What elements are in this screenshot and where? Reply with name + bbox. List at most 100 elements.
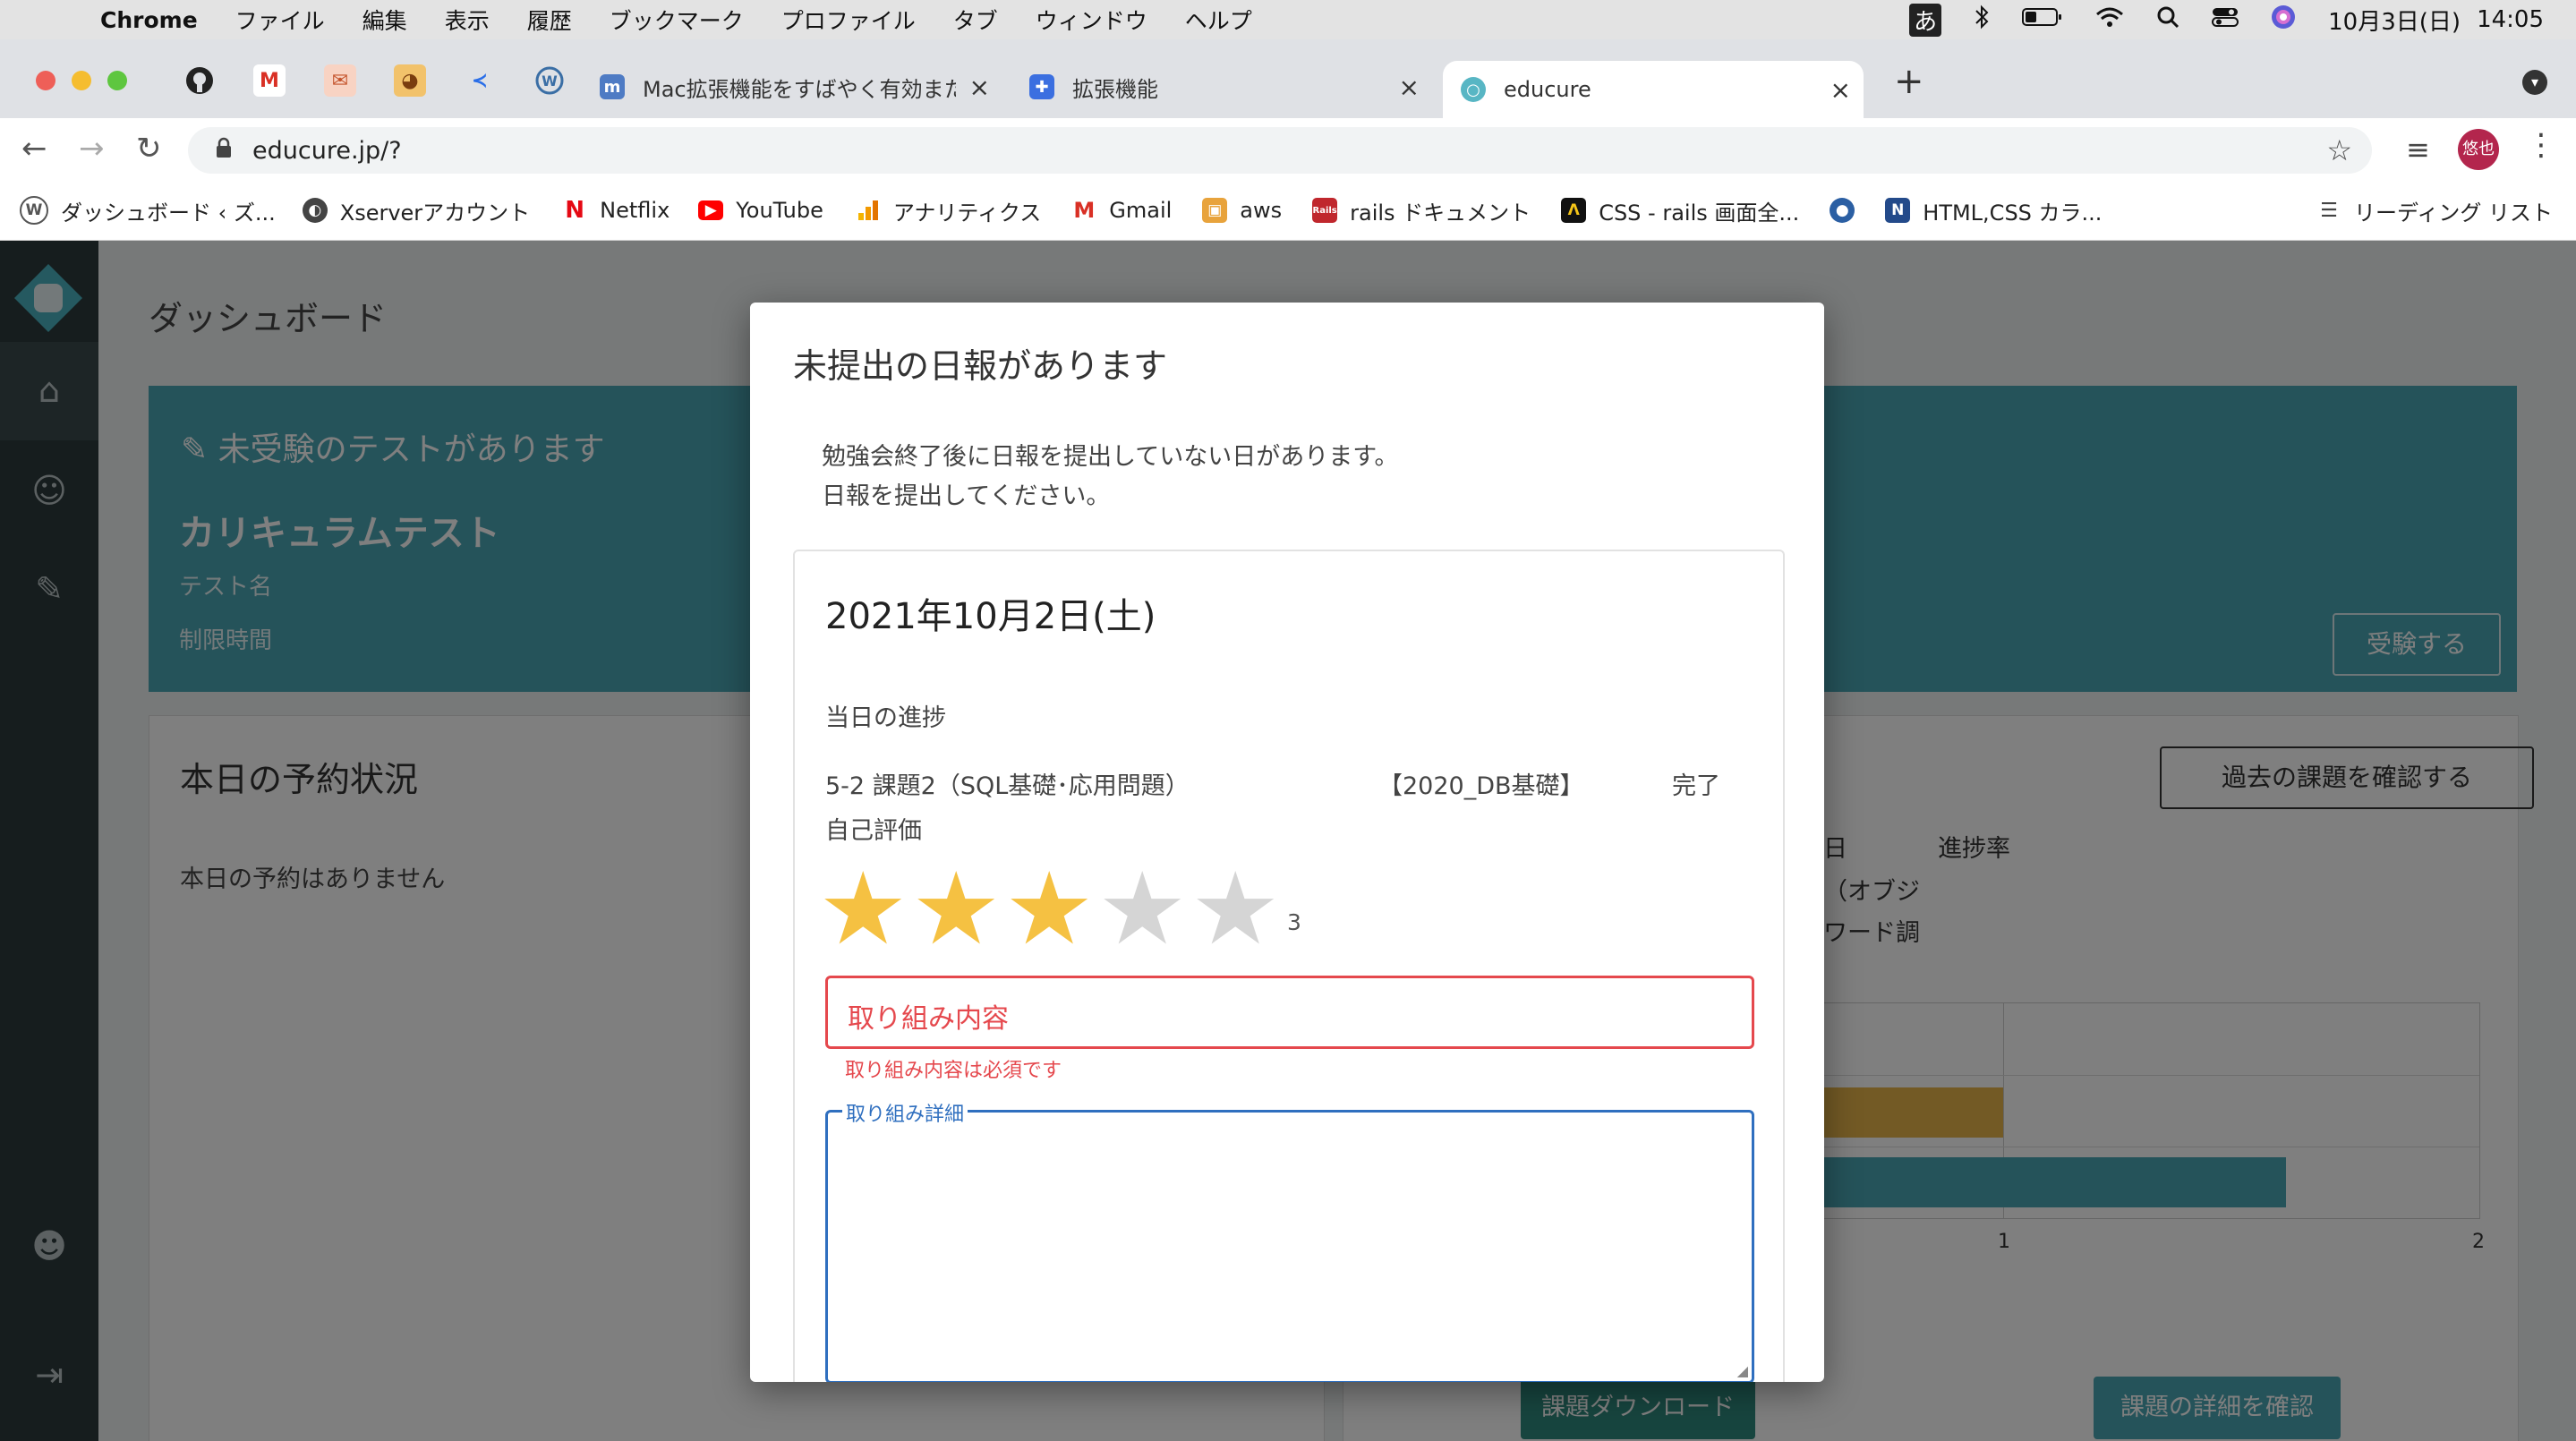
progress-label: 当日の進捗 <box>825 704 946 732</box>
globe-icon: ◐ <box>302 198 328 223</box>
progress-status: 完了 <box>1672 772 1720 800</box>
spotlight-search-icon[interactable] <box>2156 5 2179 35</box>
tab-label: Mac拡張機能をすばやく有効またはを <box>643 76 956 102</box>
tab-close-icon[interactable]: × <box>969 72 990 102</box>
resize-handle-icon[interactable]: ◢ <box>1737 1362 1748 1379</box>
puzzle-icon: ✚ <box>1029 74 1054 99</box>
progress-task-name: 5-2 課題2（SQL基礎･応用問題） <box>825 772 1190 800</box>
browser-toolbar: ← → ↻ educure.jp/? ☆ ≡ 悠也 ⋮ <box>0 118 2576 181</box>
tab-label: 拡張機能 <box>1072 76 1158 102</box>
lock-icon[interactable] <box>215 137 233 164</box>
forms-tab-icon[interactable]: ≺ <box>464 64 496 97</box>
menu-tab[interactable]: タブ <box>953 4 998 36</box>
star-icon[interactable]: ★ <box>818 859 908 959</box>
more-menu-icon[interactable]: ⋮ <box>2526 127 2556 163</box>
control-center-icon[interactable] <box>2212 6 2239 34</box>
profile-avatar[interactable]: 悠也 <box>2458 129 2499 170</box>
tab-favicon-icon: m <box>600 74 625 99</box>
modal-message-line-2: 日報を提出してください。 <box>822 482 1111 510</box>
bookmark-label: CSS - rails 画面全... <box>1599 200 1800 226</box>
tab-label: educure <box>1504 77 1591 102</box>
menu-bookmarks[interactable]: ブックマーク <box>610 4 744 36</box>
bookmark-star-icon[interactable]: ☆ <box>2326 133 2352 167</box>
app-tab-icon[interactable]: ✉ <box>324 64 356 97</box>
bookmark-rails[interactable]: Rails rails ドキュメント <box>1312 195 1531 226</box>
modal-title: 未提出の日報があります <box>793 346 1168 386</box>
address-bar[interactable]: educure.jp/? ☆ <box>188 127 2372 174</box>
gmail-icon: M <box>1071 198 1097 223</box>
siri-icon[interactable] <box>2271 4 2296 36</box>
menu-profile[interactable]: プロファイル <box>781 4 916 36</box>
bookmark-label: アナリティクス <box>892 200 1042 226</box>
bookmark-label: HTML,CSS カラ... <box>1923 200 2103 226</box>
bookmark-netflix[interactable]: N Netflix <box>562 197 670 224</box>
analytics-icon <box>855 198 881 223</box>
star-rating[interactable]: ★ ★ ★ ★ ★ <box>818 859 1319 959</box>
rails-icon: Rails <box>1312 198 1338 223</box>
bookmark-unnamed[interactable]: ● <box>1830 198 1867 223</box>
input-method-indicator[interactable]: あ <box>1909 3 1942 37</box>
bookmark-label: Xserverアカウント <box>339 200 531 226</box>
bookmark-html-css[interactable]: N HTML,CSS カラ... <box>1885 195 2102 226</box>
activity-content-placeholder: 取り組み内容 <box>848 1003 1009 1035</box>
reading-list-icon: ☰ <box>2316 198 2342 223</box>
unsubmitted-report-modal: 未提出の日報があります 勉強会終了後に日報を提出していない日があります。 日報を… <box>750 303 1824 1382</box>
bookmark-youtube[interactable]: ▶ YouTube <box>698 198 823 223</box>
github-tab-icon[interactable] <box>183 64 216 97</box>
wordpress-tab-icon[interactable]: W <box>533 64 566 97</box>
tab-extensions[interactable]: ✚ 拡張機能 × <box>1029 61 1432 113</box>
media-queue-icon[interactable]: ≡ <box>2406 132 2430 166</box>
bookmark-css[interactable]: Λ CSS - rails 画面全... <box>1561 195 1799 226</box>
bookmark-label: Netflix <box>600 198 670 223</box>
menubar-date[interactable]: 10月3日(日) <box>2328 4 2461 37</box>
reload-icon[interactable]: ↻ <box>136 131 162 166</box>
forward-arrow-icon[interactable]: → <box>79 131 105 166</box>
bookmark-label: rails ドキュメント <box>1350 200 1531 226</box>
menu-window[interactable]: ウィンドウ <box>1036 4 1147 36</box>
bookmark-gmail[interactable]: M Gmail <box>1071 198 1172 223</box>
bookmark-analytics[interactable]: アナリティクス <box>855 195 1042 226</box>
bookmarks-bar: W ダッシュボード ‹ ズ... ◐ Xserverアカウント N Netflix ▶… <box>0 181 2576 241</box>
bear-tab-icon[interactable]: ◕ <box>394 64 426 97</box>
star-icon[interactable]: ★ <box>1004 859 1094 959</box>
tab-close-icon[interactable]: × <box>1399 72 1420 102</box>
bookmark-aws[interactable]: ▣ aws <box>1202 198 1282 223</box>
daily-report-form: 2021年10月2日(土) 当日の進捗 5-2 課題2（SQL基礎･応用問題） … <box>793 550 1785 1382</box>
activity-detail-label: 取り組み詳細 <box>842 1098 968 1127</box>
tab-mac-extension[interactable]: m Mac拡張機能をすばやく有効またはを × <box>600 61 1002 113</box>
reading-list[interactable]: ☰ リーディング リスト <box>2316 195 2553 226</box>
educure-favicon-icon: ○ <box>1461 77 1486 102</box>
bookmark-xserver[interactable]: ◐ Xserverアカウント <box>302 195 531 226</box>
window-minimize-button[interactable] <box>72 71 91 90</box>
report-date: 2021年10月2日(土) <box>825 596 1156 637</box>
gmail-tab-icon[interactable]: M <box>253 64 286 97</box>
menubar-time[interactable]: 14:05 <box>2477 6 2544 33</box>
menu-help[interactable]: ヘルプ <box>1185 4 1252 36</box>
menu-view[interactable]: 表示 <box>445 4 490 36</box>
menu-edit[interactable]: 編集 <box>363 4 407 36</box>
browser-tab-strip: M ✉ ◕ ≺ W m Mac拡張機能をすばやく有効またはを × ✚ 拡張機能 … <box>0 39 2576 118</box>
tab-close-icon[interactable]: × <box>1830 75 1851 105</box>
activity-detail-textarea[interactable]: 取り組み詳細 ◢ <box>825 1098 1754 1382</box>
tab-educure[interactable]: ○ educure × <box>1443 61 1864 118</box>
bookmark-label: YouTube <box>736 198 823 223</box>
bluetooth-icon[interactable] <box>1974 4 1990 36</box>
star-icon[interactable]: ★ <box>1097 859 1187 959</box>
youtube-icon: ▶ <box>698 200 724 220</box>
battery-icon[interactable] <box>2022 6 2063 34</box>
activity-content-field[interactable]: 取り組み内容 <box>825 976 1754 1049</box>
self-evaluation-label: 自己評価 <box>825 817 922 845</box>
wifi-icon[interactable] <box>2095 6 2124 34</box>
new-tab-button[interactable]: + <box>1894 61 1924 102</box>
window-zoom-button[interactable] <box>107 71 127 90</box>
window-close-button[interactable] <box>36 71 55 90</box>
menu-file[interactable]: ファイル <box>235 4 325 36</box>
tab-search-chevron-down-icon[interactable]: ▾ <box>2522 70 2547 95</box>
url-text[interactable]: educure.jp/? <box>252 137 402 165</box>
menu-history[interactable]: 履歴 <box>527 4 572 36</box>
bookmark-dashboard[interactable]: W ダッシュボード ‹ ズ... <box>20 195 276 226</box>
star-icon[interactable]: ★ <box>1190 859 1280 959</box>
back-arrow-icon[interactable]: ← <box>21 131 47 166</box>
star-icon[interactable]: ★ <box>911 859 1001 959</box>
menu-app-name[interactable]: Chrome <box>100 7 198 33</box>
